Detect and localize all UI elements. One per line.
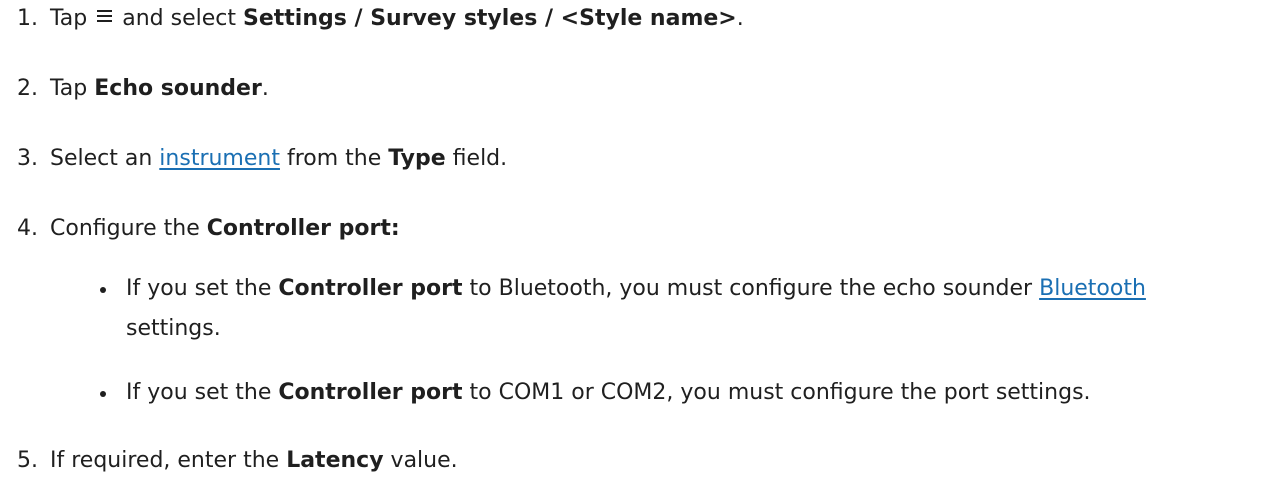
bullet-item: If you set the Controller port to Blueto… xyxy=(100,274,1270,354)
step-text: If required, enter the xyxy=(50,448,280,473)
controller-port-label: Controller port xyxy=(278,380,463,405)
step-text: and select xyxy=(122,6,236,31)
step-number: 2. xyxy=(17,76,38,101)
step-text: Tap xyxy=(50,76,88,101)
latency-label: Latency xyxy=(286,448,384,473)
bluetooth-link[interactable]: Bluetooth xyxy=(1039,276,1146,301)
instrument-link[interactable]: instrument xyxy=(159,146,280,171)
menu-path: Settings / Survey styles / <Style name> xyxy=(243,6,737,31)
bullet-text: settings. xyxy=(126,316,221,341)
menu-icon xyxy=(97,10,113,22)
type-field-label: Type xyxy=(388,146,446,171)
step-text: Configure the xyxy=(50,216,200,241)
step-text: . xyxy=(261,76,269,101)
bullet-item: If you set the Controller port to COM1 o… xyxy=(100,378,1270,408)
step-text: Tap xyxy=(50,6,88,31)
step-number: 4. xyxy=(17,216,38,241)
echo-sounder-label: Echo sounder xyxy=(94,76,262,101)
bullet-icon xyxy=(100,391,106,397)
controller-port-label: Controller port: xyxy=(206,216,400,241)
step-text: . xyxy=(736,6,744,31)
step-number: 3. xyxy=(17,146,38,171)
step-text: value. xyxy=(390,448,458,473)
bullet-text: If you set the xyxy=(126,380,272,405)
step-text: field. xyxy=(452,146,508,171)
controller-port-label: Controller port xyxy=(278,276,463,301)
step-number: 5. xyxy=(17,448,38,473)
bullet-text: If you set the xyxy=(126,276,272,301)
bullet-text: to Bluetooth, you must configure the ech… xyxy=(469,276,1033,301)
step-number: 1. xyxy=(17,6,38,31)
bullet-icon xyxy=(100,287,106,293)
step-text: Select an xyxy=(50,146,153,171)
bullet-text: to COM1 or COM2, you must configure the … xyxy=(469,380,1091,405)
step-text: from the xyxy=(286,146,382,171)
